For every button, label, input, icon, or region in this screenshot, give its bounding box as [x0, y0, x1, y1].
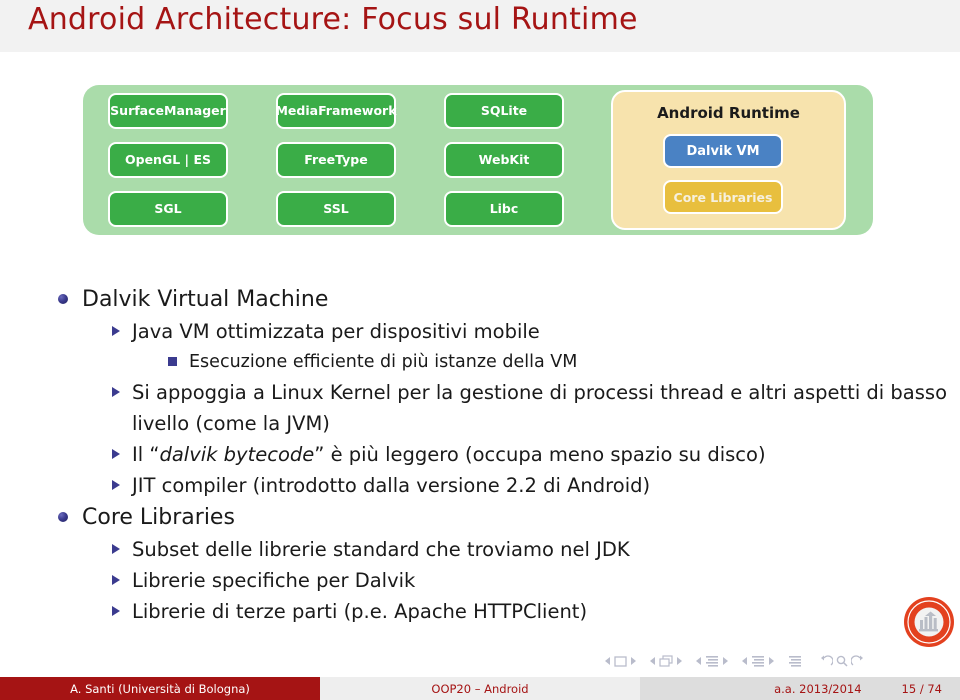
triangle-bullet-icon — [112, 606, 120, 616]
library-box-line: FreeType — [304, 151, 368, 167]
triangle-bullet-icon — [112, 544, 120, 554]
triangle-bullet-icon — [112, 449, 120, 459]
disc-bullet-icon — [58, 512, 68, 522]
page-title: Android Architecture: Focus sul Runtime — [28, 2, 638, 37]
back-icon[interactable] — [820, 652, 834, 671]
list-item-label: Il “dalvik bytecode” è più leggero (occu… — [132, 443, 766, 466]
beamer-navigation-bar[interactable] — [605, 651, 945, 671]
list-item: Core Libraries — [0, 501, 960, 534]
library-box-line: Libc — [489, 200, 519, 216]
university-of-bologna-seal — [903, 596, 955, 648]
library-box-ssl: SSL — [276, 191, 396, 227]
next-subsection-arrow-icon[interactable] — [723, 657, 728, 665]
library-box-opengl-es: OpenGL | ES — [108, 142, 228, 178]
libraries-column-1: Surface Manager OpenGL | ES SGL — [108, 93, 228, 240]
triangle-bullet-icon — [112, 575, 120, 585]
triangle-bullet-icon — [112, 480, 120, 490]
slide-footer: A. Santi (Università di Bologna) OOP20 –… — [0, 677, 960, 700]
footer-author: A. Santi (Università di Bologna) — [0, 677, 320, 700]
library-box-webkit: WebKit — [444, 142, 564, 178]
document-icon[interactable] — [788, 652, 802, 671]
forward-icon[interactable] — [850, 652, 864, 671]
library-box-line: SGL — [154, 200, 182, 216]
library-box-sqlite: SQLite — [444, 93, 564, 129]
slide-body: Dalvik Virtual Machine Java VM ottimizza… — [0, 283, 960, 627]
list-item-label: Subset delle librerie standard che trovi… — [132, 538, 630, 561]
list-item-label: Core Libraries — [82, 505, 235, 530]
triangle-bullet-icon — [112, 387, 120, 397]
architecture-diagram: Surface Manager OpenGL | ES SGL Media Fr… — [83, 85, 873, 235]
triangle-bullet-icon — [112, 326, 120, 336]
document-navigation-group[interactable] — [788, 652, 802, 671]
list-item-label: Librerie di terze parti (p.e. Apache HTT… — [132, 600, 588, 623]
section-icon[interactable] — [751, 652, 765, 671]
next-section-arrow-icon[interactable] — [769, 657, 774, 665]
prev-frame-arrow-icon[interactable] — [650, 657, 655, 665]
library-box-line: Surface — [110, 102, 164, 118]
library-box-libc: Libc — [444, 191, 564, 227]
list-item: JIT compiler (introdotto dalla versione … — [0, 470, 960, 501]
disc-bullet-icon — [58, 294, 68, 304]
list-item-label: Librerie specifiche per Dalvik — [132, 569, 416, 592]
list-item-label: Java VM ottimizzata per dispositivi mobi… — [132, 320, 540, 343]
list-item-label: Esecuzione efficiente di più istanze del… — [189, 352, 578, 372]
footer-meta: a.a. 2013/2014 15 / 74 — [640, 677, 960, 700]
history-navigation-group[interactable] — [820, 652, 864, 671]
libraries-column-2: Media Framework FreeType SSL — [275, 93, 397, 240]
library-box-line: SSL — [323, 200, 349, 216]
frames-icon[interactable] — [659, 652, 673, 671]
footer-page-number: 15 / 74 — [901, 681, 942, 696]
next-slide-arrow-icon[interactable] — [631, 657, 636, 665]
square-bullet-icon — [168, 357, 177, 366]
list-item: Si appoggia a Linux Kernel per la gestio… — [0, 377, 960, 439]
prev-slide-arrow-icon[interactable] — [605, 657, 610, 665]
next-frame-arrow-icon[interactable] — [677, 657, 682, 665]
library-box-line: WebKit — [478, 151, 530, 167]
library-box-line: Manager — [164, 102, 226, 118]
library-box-freetype: FreeType — [276, 142, 396, 178]
library-box-media-framework: Media Framework — [275, 93, 397, 129]
list-item-label: JIT compiler (introdotto dalla versione … — [132, 474, 651, 497]
library-box-line: Media — [275, 102, 319, 118]
prev-section-arrow-icon[interactable] — [742, 657, 747, 665]
footer-course: OOP20 – Android — [320, 677, 640, 700]
core-libraries-box: Core Libraries — [663, 180, 783, 214]
list-item: Subset delle librerie standard che trovi… — [0, 534, 960, 565]
list-item-label: Dalvik Virtual Machine — [82, 287, 329, 312]
slide-navigation-group[interactable] — [605, 652, 636, 671]
frame-navigation-group[interactable] — [650, 652, 682, 671]
section-navigation-group[interactable] — [742, 652, 774, 671]
libraries-column-3: SQLite WebKit Libc — [444, 93, 564, 240]
subsection-navigation-group[interactable] — [696, 652, 728, 671]
library-box-line: Framework — [318, 102, 397, 118]
list-item: Java VM ottimizzata per dispositivi mobi… — [0, 316, 960, 347]
list-item-label: Si appoggia a Linux Kernel per la gestio… — [132, 381, 948, 435]
list-item: Librerie di terze parti (p.e. Apache HTT… — [0, 596, 960, 627]
slide-icon[interactable] — [614, 652, 627, 671]
list-item: Il “dalvik bytecode” è più leggero (occu… — [0, 439, 960, 470]
android-runtime-panel: Android Runtime Dalvik VM Core Libraries — [611, 90, 846, 230]
list-item: Librerie specifiche per Dalvik — [0, 565, 960, 596]
prev-subsection-arrow-icon[interactable] — [696, 657, 701, 665]
library-box-line: SQLite — [480, 102, 528, 118]
library-box-surface-manager: Surface Manager — [108, 93, 228, 129]
library-box-sgl: SGL — [108, 191, 228, 227]
dalvik-vm-box: Dalvik VM — [663, 134, 783, 168]
list-item: Esecuzione efficiente di più istanze del… — [0, 347, 960, 377]
android-runtime-title: Android Runtime — [657, 104, 800, 122]
search-icon[interactable] — [836, 652, 848, 671]
footer-academic-year: a.a. 2013/2014 — [774, 681, 862, 696]
subsection-icon[interactable] — [705, 652, 719, 671]
library-box-line: OpenGL | ES — [125, 151, 211, 167]
list-item: Dalvik Virtual Machine — [0, 283, 960, 316]
